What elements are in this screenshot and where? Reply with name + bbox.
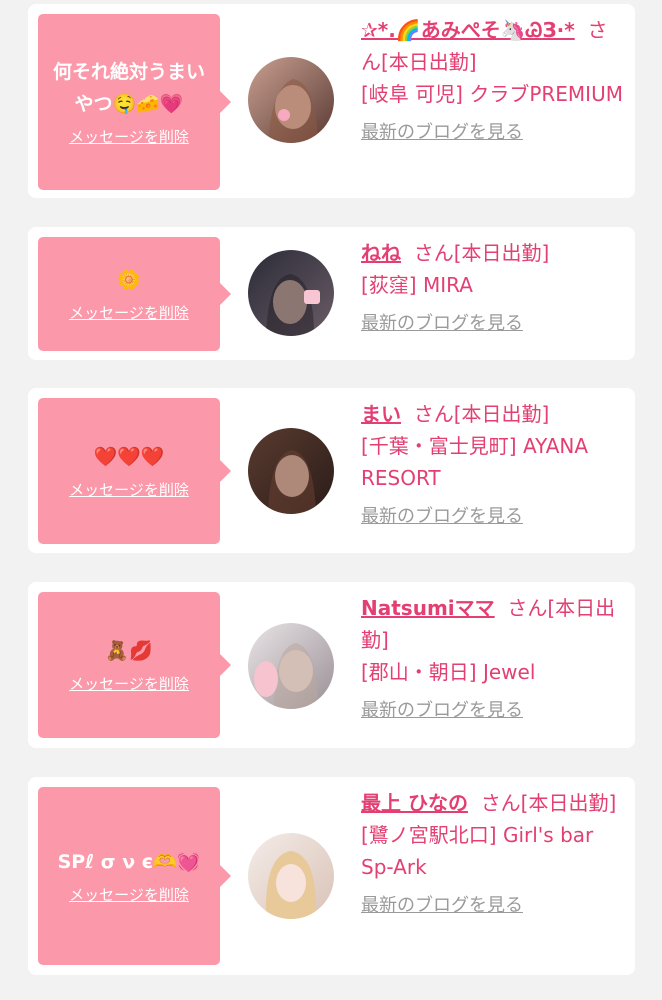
shop-name: [荻窪] MIRA — [361, 273, 473, 297]
cast-name-link[interactable]: ✰*.🌈あみぺそ🦄ᏊЗ·* — [361, 18, 575, 42]
cast-info: ねね さん[本日出勤] [荻窪] MIRA 最新のブログを見る — [361, 237, 623, 337]
cast-info: Natsumiママ さん[本日出勤] [郡山・朝日] Jewel 最新のブログを… — [361, 592, 623, 724]
message-bubble: 🌼 メッセージを削除 — [38, 237, 231, 351]
shop-name: [岐阜 可児] クラブPREMIUM — [361, 82, 623, 106]
delete-message-link[interactable]: メッセージを削除 — [69, 126, 189, 148]
message-text: 何それ絶対うまいやつ🤤🧀💗 — [52, 61, 205, 115]
message-bubble: SPℓ σ ν є🫶💓 メッセージを削除 — [38, 787, 231, 965]
message-card: 🌼 メッセージを削除 ねね さん[本日出勤] [荻窪] MIRA 最新のブログを… — [28, 227, 635, 360]
shop-name: [千葉・富士見町] AYANA RESORT — [361, 434, 589, 490]
message-card: ❤️❤️❤️ メッセージを削除 まい さん[本日出勤] [千葉・富士見町] AY… — [28, 388, 635, 553]
cast-status: さん[本日出勤] — [480, 791, 617, 815]
cast-name-link[interactable]: Natsumiママ — [361, 596, 495, 620]
latest-blog-link[interactable]: 最新のブログを見る — [361, 311, 623, 337]
avatar[interactable] — [248, 428, 334, 514]
message-text: 🌼 — [117, 269, 141, 291]
message-bubble: 何それ絶対うまいやつ🤤🧀💗 メッセージを削除 — [38, 14, 231, 190]
message-bubble: 🧸💋 メッセージを削除 — [38, 592, 231, 738]
cast-name-link[interactable]: 最上 ひなの — [361, 791, 468, 815]
delete-message-link[interactable]: メッセージを削除 — [69, 673, 189, 695]
latest-blog-link[interactable]: 最新のブログを見る — [361, 698, 623, 724]
message-bubble: ❤️❤️❤️ メッセージを削除 — [38, 398, 231, 544]
avatar[interactable] — [248, 57, 334, 143]
avatar[interactable] — [248, 833, 334, 919]
cast-info: ✰*.🌈あみぺそ🦄ᏊЗ·* さん[本日出勤] [岐阜 可児] クラブPREMIU… — [361, 14, 623, 146]
delete-message-link[interactable]: メッセージを削除 — [69, 479, 189, 501]
message-text: ❤️❤️❤️ — [93, 446, 165, 468]
cast-info: まい さん[本日出勤] [千葉・富士見町] AYANA RESORT 最新のブロ… — [361, 398, 623, 530]
cast-info: 最上 ひなの さん[本日出勤] [鷺ノ宮駅北口] Girl's bar Sp-A… — [361, 787, 623, 919]
delete-message-link[interactable]: メッセージを削除 — [69, 302, 189, 324]
message-text: SPℓ σ ν є🫶💓 — [57, 851, 201, 873]
latest-blog-link[interactable]: 最新のブログを見る — [361, 504, 623, 530]
cast-status: さん[本日出勤] — [413, 241, 550, 265]
avatar[interactable] — [248, 250, 334, 336]
latest-blog-link[interactable]: 最新のブログを見る — [361, 120, 623, 146]
delete-message-link[interactable]: メッセージを削除 — [69, 884, 189, 906]
cast-name-link[interactable]: まい — [361, 402, 401, 426]
shop-name: [鷺ノ宮駅北口] Girl's bar Sp-Ark — [361, 823, 594, 879]
cast-name-link[interactable]: ねね — [361, 241, 401, 265]
message-card: 🧸💋 メッセージを削除 Natsumiママ さん[本日出勤] [郡山・朝日] J… — [28, 582, 635, 748]
message-card: SPℓ σ ν є🫶💓 メッセージを削除 最上 ひなの さん[本日出勤] [鷺ノ… — [28, 777, 635, 975]
avatar[interactable] — [248, 623, 334, 709]
shop-name: [郡山・朝日] Jewel — [361, 660, 536, 684]
latest-blog-link[interactable]: 最新のブログを見る — [361, 893, 623, 919]
cast-status: さん[本日出勤] — [413, 402, 550, 426]
message-card: 何それ絶対うまいやつ🤤🧀💗 メッセージを削除 ✰*.🌈あみぺそ🦄ᏊЗ·* さん[… — [28, 4, 635, 198]
message-text: 🧸💋 — [105, 640, 153, 662]
